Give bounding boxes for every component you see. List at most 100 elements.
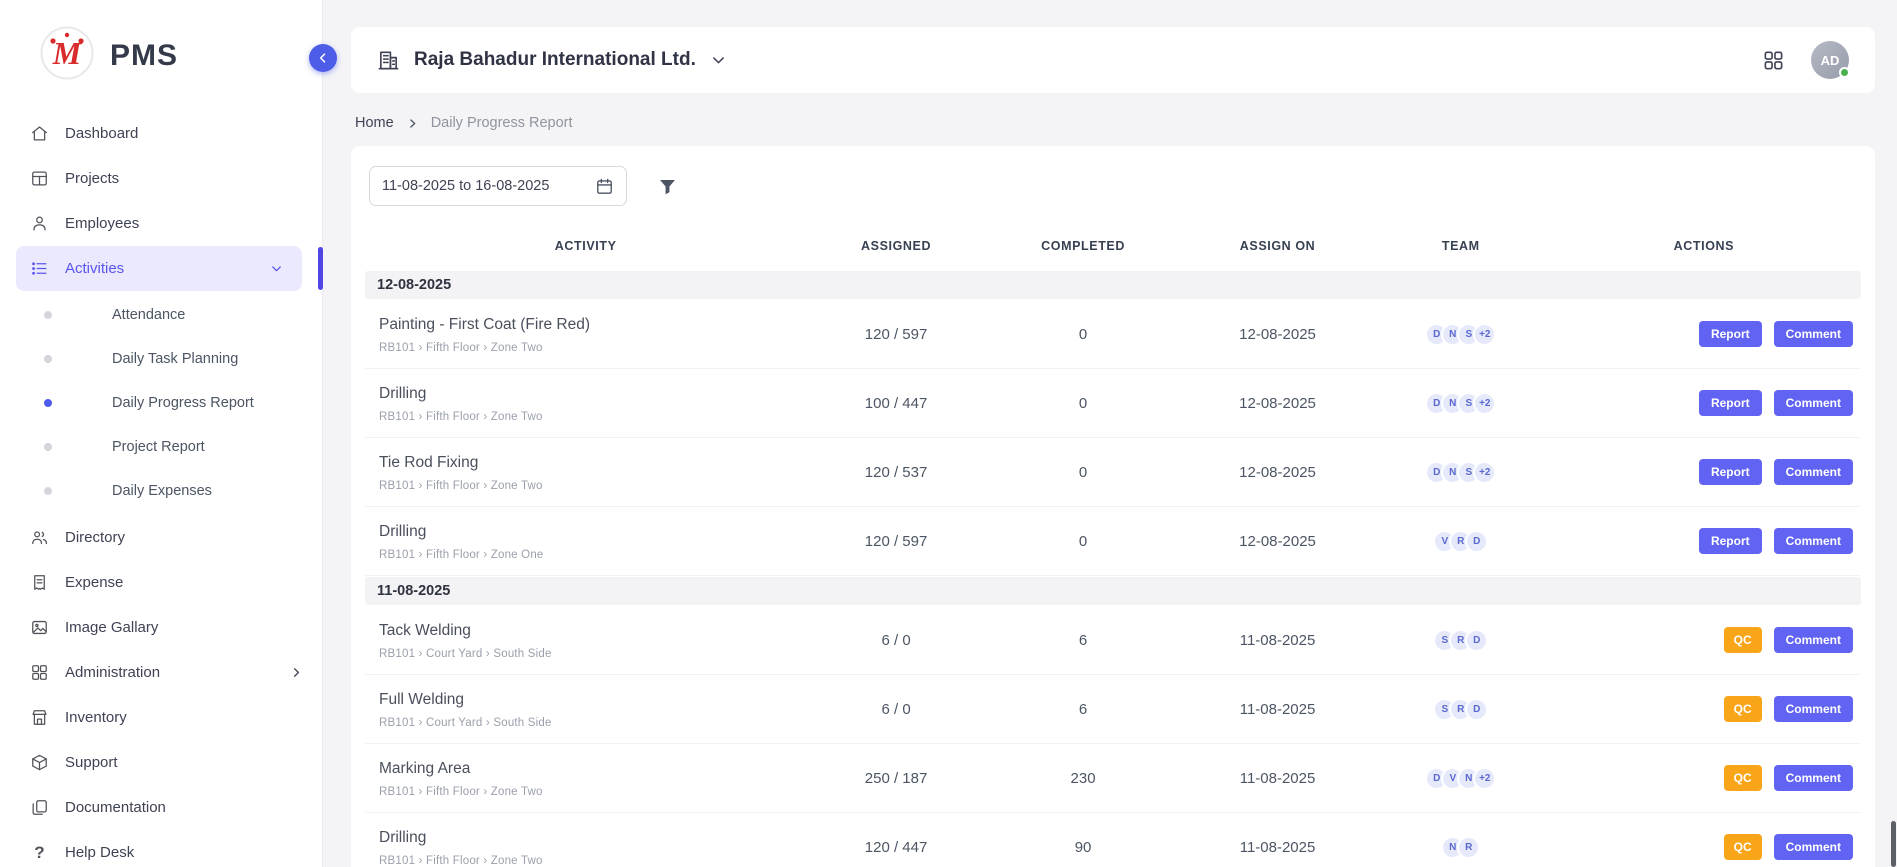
comment-button[interactable]: Comment — [1774, 390, 1853, 416]
image-icon — [30, 618, 49, 637]
bullet-icon — [44, 487, 52, 495]
bullet-icon — [44, 443, 52, 451]
list-icon — [30, 259, 49, 278]
activity-title: Full Welding — [379, 691, 806, 709]
qc-button[interactable]: QC — [1724, 765, 1762, 791]
table-row: Marking Area RB101 › Fifth Floor › Zone … — [365, 744, 1861, 813]
sidebar-item-expense[interactable]: Expense — [0, 560, 322, 605]
completed-value: 0 — [986, 395, 1180, 412]
table-row: Drilling RB101 › Fifth Floor › Zone Two … — [365, 813, 1861, 867]
comment-button[interactable]: Comment — [1774, 627, 1853, 653]
sidebar-item-support[interactable]: Support — [0, 740, 322, 785]
sidebar-subitem-project-report[interactable]: Project Report — [0, 425, 322, 469]
assign-on-date: 12-08-2025 — [1180, 464, 1374, 481]
sidebar-item-label: Directory — [65, 529, 125, 546]
team-avatar: D — [1465, 530, 1488, 553]
date-group-header: 11-08-2025 — [365, 577, 1861, 605]
breadcrumb-home[interactable]: Home — [355, 115, 394, 131]
assign-on-date: 11-08-2025 — [1180, 701, 1374, 718]
assign-on-date: 12-08-2025 — [1180, 533, 1374, 550]
comment-button[interactable]: Comment — [1774, 528, 1853, 554]
sidebar-item-employees[interactable]: Employees — [0, 201, 322, 246]
sidebar-subitem-attendance[interactable]: Attendance — [0, 293, 322, 337]
storefront-icon — [30, 708, 49, 727]
sidebar-item-label: Image Gallary — [65, 619, 158, 636]
report-button[interactable]: Report — [1699, 528, 1762, 554]
sidebar-subitem-daily-expenses[interactable]: Daily Expenses — [0, 469, 322, 513]
box-icon — [30, 753, 49, 772]
company-selector[interactable]: Raja Bahadur International Ltd. — [377, 49, 727, 72]
apps-grid-button[interactable] — [1762, 49, 1785, 72]
sidebar-item-label: Expense — [65, 574, 123, 591]
table-row: Tie Rod Fixing RB101 › Fifth Floor › Zon… — [365, 438, 1861, 507]
table-row: Tack Welding RB101 › Court Yard › South … — [365, 606, 1861, 675]
breadcrumb: Home Daily Progress Report — [355, 115, 1875, 131]
sidebar-item-projects[interactable]: Projects — [0, 156, 322, 201]
assign-on-date: 11-08-2025 — [1180, 770, 1374, 787]
activity-location-path: RB101 › Fifth Floor › Zone Two — [379, 480, 806, 492]
report-button[interactable]: Report — [1699, 390, 1762, 416]
report-card: 11-08-2025 to 16-08-2025 ACTIVITY ASSIGN… — [351, 146, 1875, 867]
sidebar-subitem-daily-progress-report[interactable]: Daily Progress Report — [0, 381, 322, 425]
comment-button[interactable]: Comment — [1774, 696, 1853, 722]
sidebar-item-directory[interactable]: Directory — [0, 515, 322, 560]
vertical-scrollbar[interactable] — [1891, 821, 1896, 867]
filter-button[interactable] — [657, 176, 678, 197]
activity-location-path: RB101 › Fifth Floor › Zone Two — [379, 411, 806, 423]
sidebar-item-dashboard[interactable]: Dashboard — [0, 111, 322, 156]
sidebar-item-help-desk[interactable]: ? Help Desk — [0, 830, 322, 867]
funnel-icon — [657, 176, 678, 197]
sidebar-item-activities[interactable]: Activities — [16, 246, 302, 291]
comment-button[interactable]: Comment — [1774, 765, 1853, 791]
breadcrumb-current: Daily Progress Report — [431, 115, 573, 131]
copy-icon — [30, 798, 49, 817]
table-row: Painting - First Coat (Fire Red) RB101 ›… — [365, 300, 1861, 369]
sidebar-subitem-daily-task-planning[interactable]: Daily Task Planning — [0, 337, 322, 381]
activity-title: Tack Welding — [379, 622, 806, 640]
team-avatar-overflow: +2 — [1473, 767, 1496, 790]
sidebar-item-label: Employees — [65, 215, 139, 232]
team-avatar: R — [1457, 836, 1480, 859]
sidebar-item-administration[interactable]: Administration — [0, 650, 322, 695]
completed-value: 0 — [986, 533, 1180, 550]
team-avatars: N R — [1375, 836, 1547, 859]
activity-location-path: RB101 › Court Yard › South Side — [379, 717, 806, 729]
date-range-input[interactable]: 11-08-2025 to 16-08-2025 — [369, 166, 627, 206]
comment-button[interactable]: Comment — [1774, 321, 1853, 347]
team-avatar-overflow: +2 — [1473, 323, 1496, 346]
activity-title: Drilling — [379, 523, 806, 541]
chevron-right-icon — [289, 665, 304, 680]
activity-title: Tie Rod Fixing — [379, 454, 806, 472]
receipt-icon — [30, 573, 49, 592]
sidebar-item-label: Help Desk — [65, 844, 134, 861]
activity-location-path: RB101 › Court Yard › South Side — [379, 648, 806, 660]
activity-location-path: RB101 › Fifth Floor › Zone Two — [379, 342, 806, 354]
completed-value: 6 — [986, 632, 1180, 649]
completed-value: 90 — [986, 839, 1180, 856]
user-menu[interactable]: AD — [1811, 41, 1849, 79]
comment-button[interactable]: Comment — [1774, 459, 1853, 485]
completed-value: 6 — [986, 701, 1180, 718]
sidebar-item-label: Projects — [65, 170, 119, 187]
qc-button[interactable]: QC — [1724, 834, 1762, 860]
filter-row: 11-08-2025 to 16-08-2025 — [369, 166, 1857, 206]
comment-button[interactable]: Comment — [1774, 834, 1853, 860]
sidebar-item-label: Inventory — [65, 709, 127, 726]
assigned-value: 6 / 0 — [806, 632, 986, 649]
qc-button[interactable]: QC — [1724, 696, 1762, 722]
report-button[interactable]: Report — [1699, 459, 1762, 485]
building-icon — [377, 49, 400, 72]
sidebar-item-label: Support — [65, 754, 118, 771]
qc-button[interactable]: QC — [1724, 627, 1762, 653]
sidebar-item-image-gallary[interactable]: Image Gallary — [0, 605, 322, 650]
question-icon: ? — [30, 843, 49, 862]
sidebar-item-inventory[interactable]: Inventory — [0, 695, 322, 740]
assign-on-date: 12-08-2025 — [1180, 326, 1374, 343]
bullet-icon — [44, 355, 52, 363]
report-button[interactable]: Report — [1699, 321, 1762, 347]
sidebar-item-documentation[interactable]: Documentation — [0, 785, 322, 830]
sidebar-collapse-button[interactable] — [309, 44, 337, 72]
table-row: Drilling RB101 › Fifth Floor › Zone Two … — [365, 369, 1861, 438]
activity-title: Painting - First Coat (Fire Red) — [379, 316, 806, 334]
assigned-value: 120 / 597 — [806, 533, 986, 550]
